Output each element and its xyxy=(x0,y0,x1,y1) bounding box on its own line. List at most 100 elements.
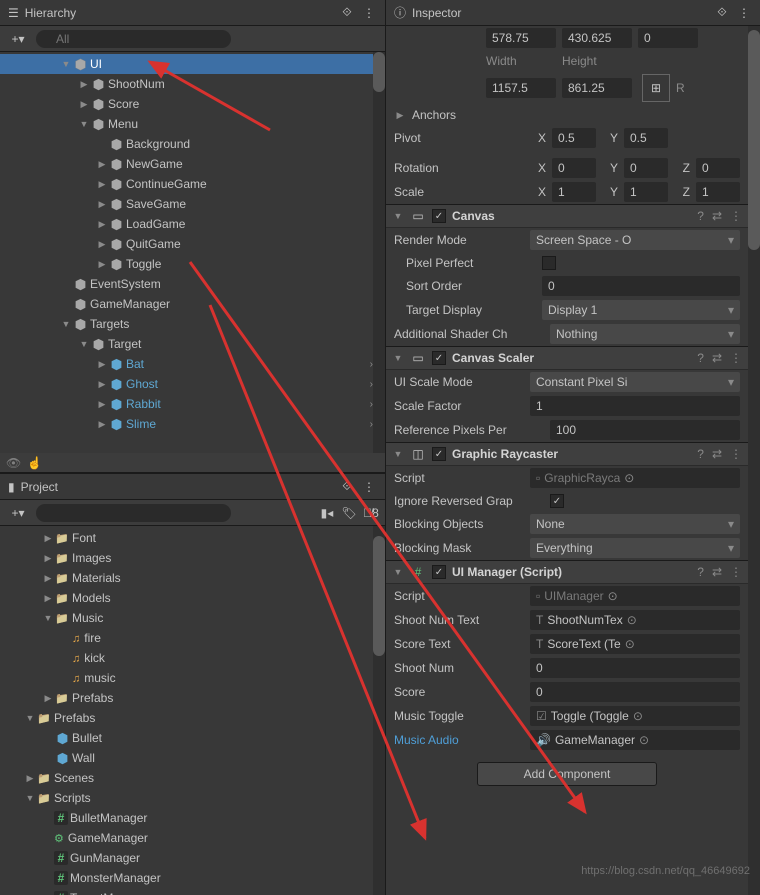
help-icon[interactable]: ? xyxy=(697,447,704,461)
node-fire[interactable]: fire xyxy=(0,628,385,648)
node-background[interactable]: Background xyxy=(0,134,385,154)
node-kick[interactable]: kick xyxy=(0,648,385,668)
ignore-reversed-checkbox[interactable] xyxy=(550,494,564,508)
preset-icon[interactable]: ⇄ xyxy=(712,565,722,579)
object-picker-icon[interactable] xyxy=(624,471,634,485)
menu-icon[interactable]: ⋮ xyxy=(730,351,742,365)
object-picker-icon[interactable] xyxy=(639,733,649,747)
node-menu[interactable]: Menu xyxy=(0,114,385,134)
canvas-component-header[interactable]: ▭ Canvas ?⇄⋮ xyxy=(386,204,748,228)
object-picker-icon[interactable] xyxy=(608,589,618,603)
help-icon[interactable]: ? xyxy=(697,565,704,579)
shoot-num-field[interactable] xyxy=(530,658,740,678)
music-audio-field[interactable]: 🔊GameManager xyxy=(530,730,740,750)
node-quitgame[interactable]: QuitGame xyxy=(0,234,385,254)
menu-icon[interactable]: ⋮ xyxy=(730,565,742,579)
node-scenes[interactable]: Scenes xyxy=(0,768,385,788)
project-search[interactable] xyxy=(36,504,231,522)
blocking-objects-dropdown[interactable]: None xyxy=(530,514,740,534)
finger-icon[interactable]: ☝ xyxy=(27,456,42,470)
menu-icon[interactable]: ⋮ xyxy=(730,209,742,223)
blueprint-icon[interactable]: R xyxy=(676,81,685,95)
scale-x-field[interactable] xyxy=(552,182,596,202)
node-font[interactable]: Font xyxy=(0,528,385,548)
lock-icon[interactable]: ⟐ xyxy=(714,5,730,21)
node-scripts[interactable]: Scripts xyxy=(0,788,385,808)
height-field[interactable] xyxy=(562,78,632,98)
scrollbar-thumb[interactable] xyxy=(373,536,385,656)
scale-y-field[interactable] xyxy=(624,182,668,202)
score-text-field[interactable]: TScoreText (Te xyxy=(530,634,740,654)
render-mode-dropdown[interactable]: Screen Space - O xyxy=(530,230,740,250)
pos-z-field[interactable] xyxy=(638,28,698,48)
node-slime[interactable]: Slime› xyxy=(0,414,385,434)
pivot-x-field[interactable] xyxy=(552,128,596,148)
menu-icon[interactable]: ⋮ xyxy=(736,5,752,21)
menu-icon[interactable]: ⋮ xyxy=(361,5,377,21)
tag-icon[interactable]: 🏷 xyxy=(341,505,357,521)
enable-checkbox[interactable] xyxy=(432,447,446,461)
graphic-raycaster-header[interactable]: ◫ Graphic Raycaster ?⇄⋮ xyxy=(386,442,748,466)
scrollbar-thumb[interactable] xyxy=(373,52,385,92)
foldout-icon[interactable] xyxy=(392,449,404,459)
node-continuegame[interactable]: ContinueGame xyxy=(0,174,385,194)
score-field[interactable] xyxy=(530,682,740,702)
rot-z-field[interactable] xyxy=(696,158,740,178)
eye-icon[interactable]: 👁 xyxy=(6,456,21,470)
canvas-scaler-header[interactable]: ▭ Canvas Scaler ?⇄⋮ xyxy=(386,346,748,370)
lock-icon[interactable]: ⟐ xyxy=(339,5,355,21)
node-savegame[interactable]: SaveGame xyxy=(0,194,385,214)
node-materials[interactable]: Materials xyxy=(0,568,385,588)
enable-checkbox[interactable] xyxy=(432,565,446,579)
enable-checkbox[interactable] xyxy=(432,209,446,223)
object-picker-icon[interactable] xyxy=(627,613,637,627)
node-toggle[interactable]: Toggle xyxy=(0,254,385,274)
ui-manager-header[interactable]: # UI Manager (Script) ?⇄⋮ xyxy=(386,560,748,584)
inspector-body[interactable]: Width Height ⊞ R Anchors Pivot X Y Rotat… xyxy=(386,26,760,895)
node-ghost[interactable]: Ghost› xyxy=(0,374,385,394)
pos-x-field[interactable] xyxy=(486,28,556,48)
rot-x-field[interactable] xyxy=(552,158,596,178)
node-wall[interactable]: Wall xyxy=(0,748,385,768)
foldout-icon[interactable] xyxy=(394,110,406,121)
shootnum-text-field[interactable]: TShootNumTex xyxy=(530,610,740,630)
scrollbar-thumb[interactable] xyxy=(748,30,760,250)
help-icon[interactable]: ? xyxy=(697,209,704,223)
width-field[interactable] xyxy=(486,78,556,98)
preset-icon[interactable]: ⇄ xyxy=(712,351,722,365)
node-monstermanager[interactable]: MonsterManager xyxy=(0,868,385,888)
node-prefabs[interactable]: Prefabs xyxy=(0,708,385,728)
add-button[interactable]: +▾ xyxy=(6,503,30,523)
scrollbar[interactable] xyxy=(373,52,385,453)
foldout-icon[interactable] xyxy=(392,567,404,577)
pixel-perfect-checkbox[interactable] xyxy=(542,256,556,270)
filter-icon[interactable]: ▮◂ xyxy=(319,505,335,521)
node-gunmanager[interactable]: GunManager xyxy=(0,848,385,868)
menu-icon[interactable]: ⋮ xyxy=(361,479,377,495)
ui-scale-mode-dropdown[interactable]: Constant Pixel Si xyxy=(530,372,740,392)
node-ui[interactable]: UI xyxy=(0,54,385,74)
node-bat[interactable]: Bat› xyxy=(0,354,385,374)
add-component-button[interactable]: Add Component xyxy=(477,762,657,786)
lock-icon[interactable]: ⟐ xyxy=(339,479,355,495)
pos-y-field[interactable] xyxy=(562,28,632,48)
preset-icon[interactable]: ⇄ xyxy=(712,209,722,223)
help-icon[interactable]: ? xyxy=(697,351,704,365)
menu-icon[interactable]: ⋮ xyxy=(730,447,742,461)
node-images[interactable]: Images xyxy=(0,548,385,568)
hierarchy-search[interactable] xyxy=(36,30,231,48)
project-tree[interactable]: Font Images Materials Models Music fire … xyxy=(0,526,385,895)
scale-factor-field[interactable] xyxy=(530,396,740,416)
hierarchy-tree[interactable]: UI ShootNum Score Menu Background NewGam… xyxy=(0,52,385,453)
target-display-dropdown[interactable]: Display 1 xyxy=(542,300,740,320)
node-target[interactable]: Target xyxy=(0,334,385,354)
sort-order-field[interactable] xyxy=(542,276,740,296)
add-button[interactable]: +▾ xyxy=(6,29,30,49)
node-targetmanager[interactable]: TargetManager xyxy=(0,888,385,895)
node-prefabs-top[interactable]: Prefabs xyxy=(0,688,385,708)
pivot-y-field[interactable] xyxy=(624,128,668,148)
ref-pixels-field[interactable] xyxy=(550,420,740,440)
node-music-file[interactable]: music xyxy=(0,668,385,688)
layers-icon[interactable]: 👁̸8 xyxy=(363,505,379,521)
node-rabbit[interactable]: Rabbit› xyxy=(0,394,385,414)
